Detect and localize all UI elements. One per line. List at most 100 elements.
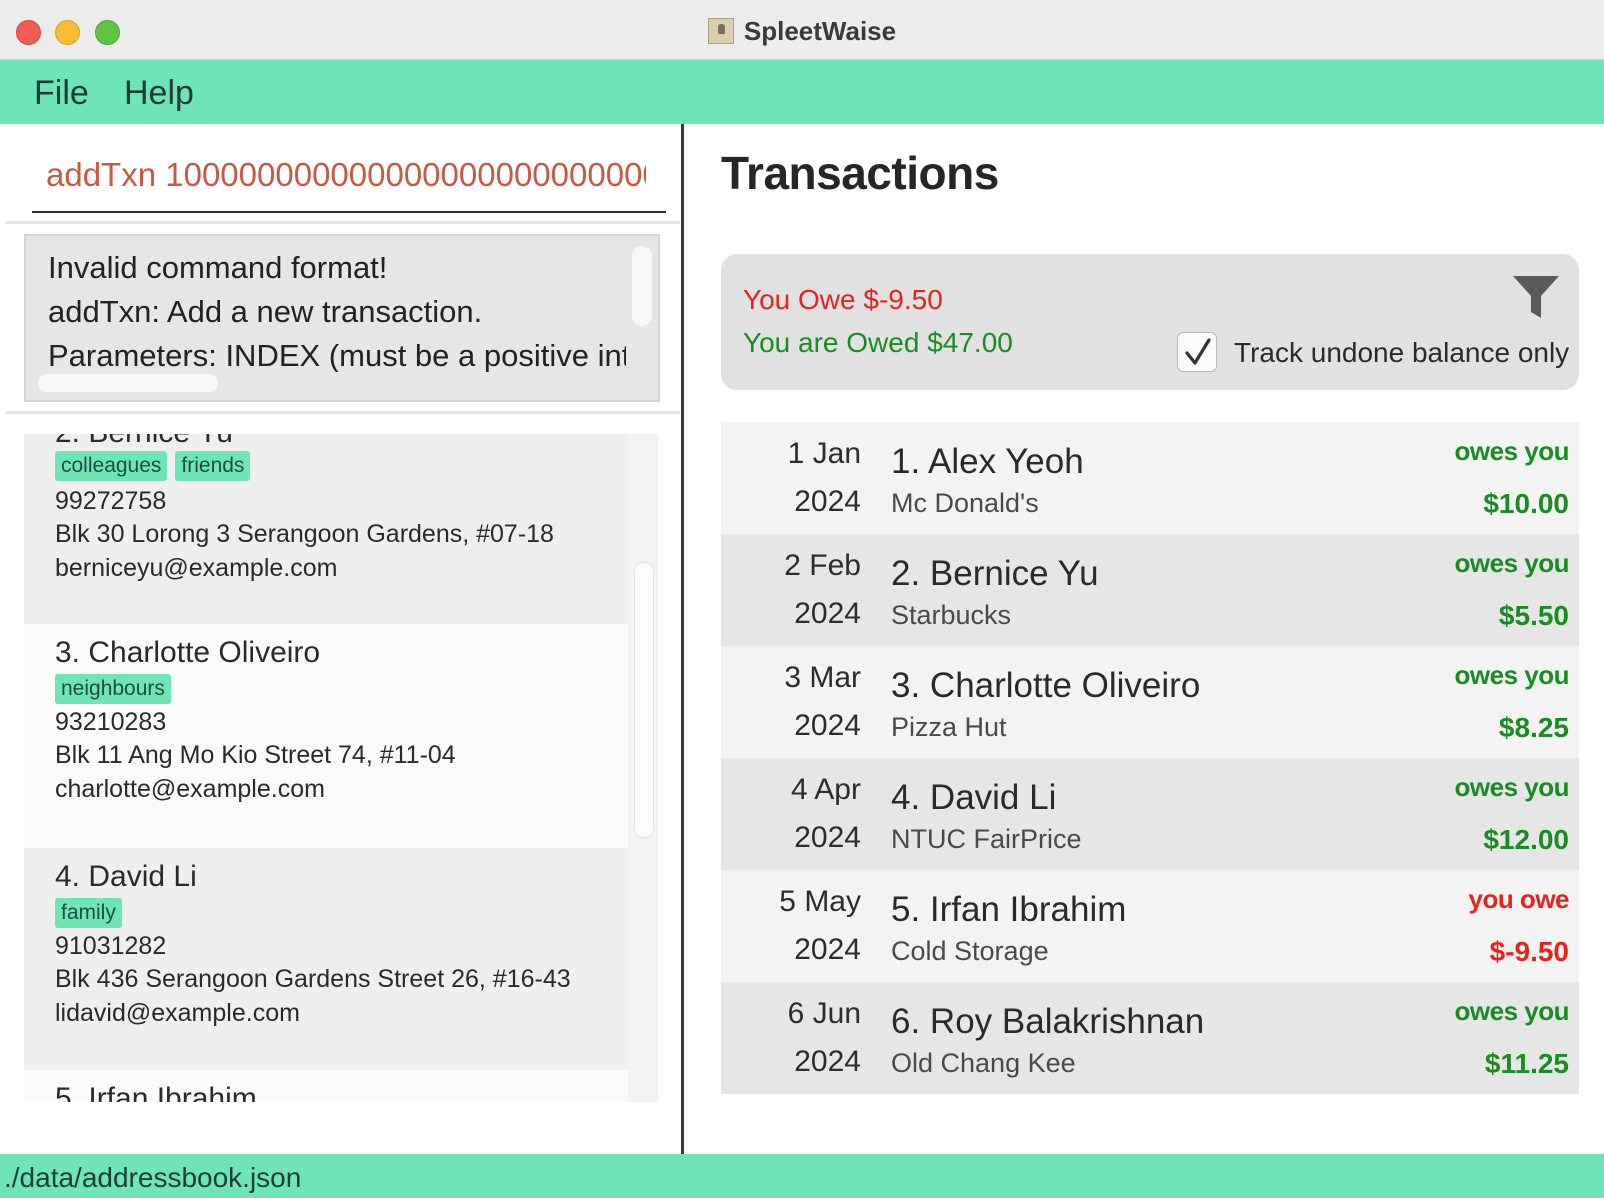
result-vertical-scrollbar[interactable] <box>632 246 652 326</box>
transaction-date: 5 May 2024 <box>721 878 861 974</box>
transaction-person: 4. David Li <box>891 778 1057 817</box>
filter-icon[interactable] <box>1511 272 1561 322</box>
transaction-person: 6. Roy Balakrishnan <box>891 1002 1205 1041</box>
transaction-status: owes you <box>1454 548 1570 578</box>
person-list: 2. Bernice Yu colleaguesfriends 99272758… <box>24 434 628 1102</box>
app-window: SpleetWaise File Help addTxn 10000000000… <box>0 0 1604 1198</box>
person-name: 2. Bernice Yu <box>55 434 233 450</box>
transaction-person: 5. Irfan Ibrahim <box>891 890 1127 929</box>
person-card[interactable]: 3. Charlotte Oliveiro neighbours 9321028… <box>24 624 628 848</box>
transaction-date: 3 Mar 2024 <box>721 654 861 750</box>
transaction-row[interactable]: 2 Feb 2024 2. Bernice Yu Starbucks owes you $… <box>721 534 1579 646</box>
transaction-amount: $8.25 <box>1498 712 1569 743</box>
transaction-row[interactable]: 4 Apr 2024 4. David Li NTUC FairPrice owes y… <box>721 758 1579 870</box>
transaction-status: owes you <box>1454 996 1570 1026</box>
transaction-description: Pizza Hut <box>891 712 1007 742</box>
transaction-date: 4 Apr 2024 <box>721 766 861 862</box>
transaction-date-year: 2024 <box>794 821 861 854</box>
transaction-date-day: 3 Mar <box>784 661 861 694</box>
status-bar: ./data/addressbook.json <box>0 1154 1604 1198</box>
person-card[interactable]: 4. David Li family 91031282 Blk 436 Sera… <box>24 848 628 1070</box>
track-undone-checkbox[interactable] <box>1177 332 1217 372</box>
result-horizontal-scrollbar[interactable] <box>38 374 218 392</box>
menu-bar: File Help <box>0 60 1604 124</box>
transaction-date-year: 2024 <box>794 485 861 518</box>
person-address: Blk 436 Serangoon Gardens Street 26, #16… <box>55 965 571 993</box>
window-title-group: SpleetWaise <box>0 16 1604 47</box>
tag: neighbours <box>55 674 171 704</box>
tag: family <box>55 898 122 928</box>
track-undone-label[interactable]: Track undone balance only <box>1234 337 1569 369</box>
transaction-person: 2. Bernice Yu <box>891 554 1099 593</box>
transaction-row[interactable]: 6 Jun 2024 6. Roy Balakrishnan Old Chang Ke… <box>721 982 1579 1094</box>
transaction-amount: $11.25 <box>1484 1048 1569 1079</box>
person-email: lidavid@example.com <box>55 999 300 1027</box>
data-file-path: ./data/addressbook.json <box>4 1162 302 1193</box>
command-input[interactable]: addTxn 1000000000000000000000000000 <box>46 156 646 194</box>
person-tags: family <box>55 898 130 928</box>
tag: friends <box>175 451 251 481</box>
tag: colleagues <box>55 451 168 481</box>
divider <box>6 411 680 414</box>
result-line: addTxn: Add a new transaction. <box>48 294 483 329</box>
transaction-row[interactable]: 3 Mar 2024 3. Charlotte Oliveiro Pizza Hut o… <box>721 646 1579 758</box>
transaction-amount: $-9.50 <box>1489 936 1569 967</box>
transaction-amount: $12.00 <box>1483 824 1569 855</box>
checkmark-icon <box>1185 338 1211 365</box>
person-name: 5. Irfan Ibrahim <box>55 1082 257 1102</box>
person-list-scrollbar-thumb[interactable] <box>634 562 654 838</box>
transaction-date-day: 2 Feb <box>784 549 861 582</box>
transaction-description: Cold Storage <box>891 936 1049 966</box>
result-display[interactable]: Invalid command format! addTxn: Add a ne… <box>24 234 660 402</box>
transaction-date-year: 2024 <box>794 597 861 630</box>
transaction-row[interactable]: 1 Jan 2024 1. Alex Yeoh Mc Donald's owes you… <box>721 422 1579 534</box>
transaction-status: you owe <box>1468 884 1569 914</box>
transaction-date-day: 6 Jun <box>787 997 861 1030</box>
transaction-date: 1 Jan 2024 <box>721 430 861 526</box>
person-address: Blk 30 Lorong 3 Serangoon Gardens, #07-1… <box>55 520 554 548</box>
window-title: SpleetWaise <box>743 16 897 46</box>
you-are-owed-total: You are Owed $47.00 <box>743 327 1013 358</box>
transaction-person: 1. Alex Yeoh <box>891 442 1084 481</box>
person-phone: 93210283 <box>55 708 167 736</box>
transaction-row[interactable]: 5 May 2024 5. Irfan Ibrahim Cold Storage you… <box>721 870 1579 982</box>
title-bar: SpleetWaise <box>0 0 1604 60</box>
transaction-date-day: 5 May <box>779 885 861 918</box>
person-card[interactable]: 2. Bernice Yu colleaguesfriends 99272758… <box>24 434 628 624</box>
transaction-status: owes you <box>1454 772 1570 802</box>
result-line: Invalid command format! <box>48 250 388 285</box>
transaction-amount: $10.00 <box>1483 488 1569 519</box>
result-text: Invalid command format! addTxn: Add a ne… <box>26 236 626 372</box>
transaction-date-year: 2024 <box>794 1045 861 1078</box>
transaction-date: 2 Feb 2024 <box>721 542 861 638</box>
transaction-person: 3. Charlotte Oliveiro <box>891 666 1201 705</box>
result-line: Parameters: INDEX (must be a positive in… <box>48 338 626 372</box>
person-phone: 99272758 <box>55 487 167 515</box>
transaction-amount: $5.50 <box>1498 600 1569 631</box>
transaction-date: 6 Jun 2024 <box>721 990 861 1086</box>
you-owe-total: You Owe $-9.50 <box>743 284 943 315</box>
divider <box>6 221 680 224</box>
person-name: 3. Charlotte Oliveiro <box>55 636 321 669</box>
command-input-underline <box>32 211 666 213</box>
menu-help[interactable]: Help <box>124 74 194 113</box>
transaction-date-year: 2024 <box>794 933 861 966</box>
person-name: 4. David Li <box>55 860 197 893</box>
person-email: berniceyu@example.com <box>55 554 338 582</box>
person-card[interactable]: 5. Irfan Ibrahim <box>24 1070 628 1102</box>
transaction-status: owes you <box>1454 660 1570 690</box>
app-icon <box>707 18 734 44</box>
balance-summary: You Owe $-9.50 You are Owed $47.00 Track… <box>721 254 1579 390</box>
person-tags: colleagues friends <box>55 451 258 481</box>
left-panel: addTxn 1000000000000000000000000000 Inva… <box>0 124 684 1154</box>
person-phone: 91031282 <box>55 932 167 960</box>
transactions-title: Transactions <box>721 147 999 199</box>
command-box[interactable]: addTxn 1000000000000000000000000000 <box>6 128 676 220</box>
transaction-description: Old Chang Kee <box>891 1048 1076 1078</box>
transaction-description: Starbucks <box>891 600 1012 630</box>
person-email: charlotte@example.com <box>55 775 325 803</box>
person-address: Blk 11 Ang Mo Kio Street 74, #11-04 <box>55 741 456 769</box>
transaction-description: NTUC FairPrice <box>891 824 1082 854</box>
menu-file[interactable]: File <box>34 74 89 113</box>
person-tags: neighbours <box>55 674 179 704</box>
